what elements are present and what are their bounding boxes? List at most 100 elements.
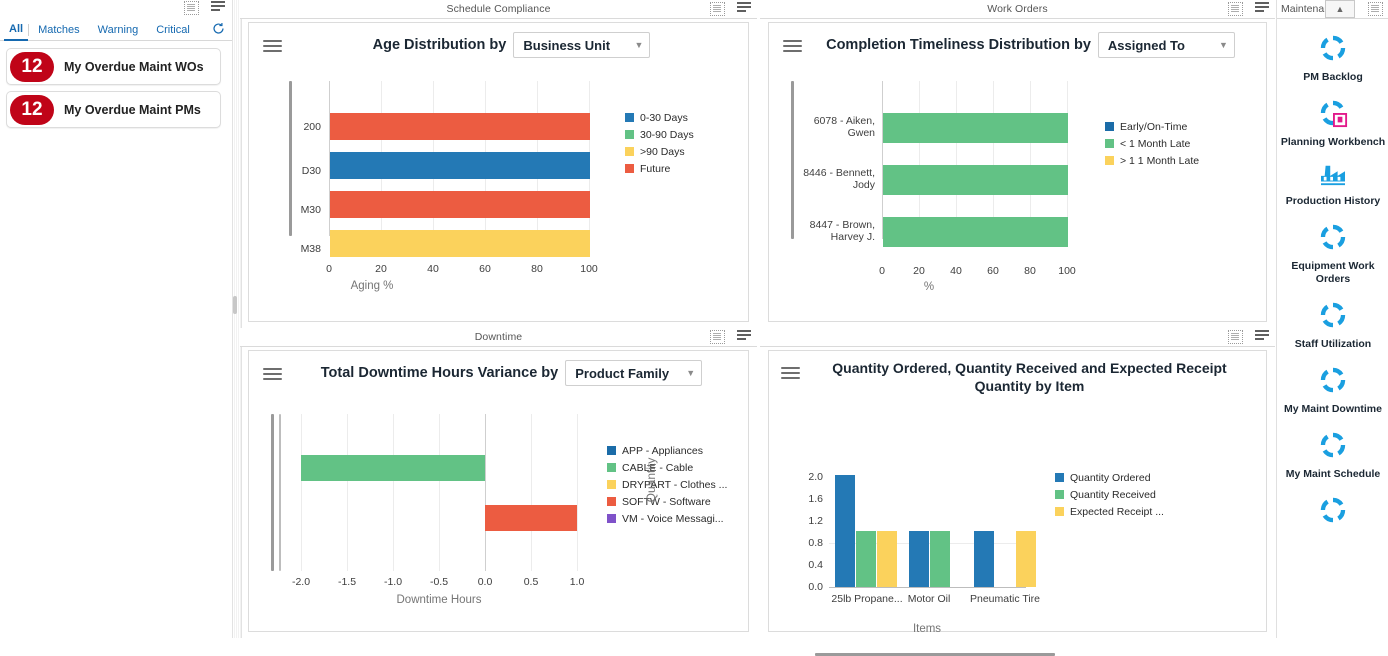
- hamburger-icon[interactable]: [263, 365, 282, 383]
- sidebar-tile-staff-utilization[interactable]: Staff Utilization: [1277, 286, 1388, 351]
- expand-icon[interactable]: [1368, 2, 1383, 19]
- chevron-up-icon[interactable]: ▲: [1325, 0, 1355, 18]
- tab-all[interactable]: All: [4, 19, 29, 41]
- options-icon[interactable]: [211, 1, 225, 12]
- sidebar-tile-label: Planning Workbench: [1280, 136, 1386, 148]
- sidebar-tile-production-history[interactable]: Production History: [1277, 149, 1388, 208]
- bar[interactable]: [330, 152, 590, 179]
- legend-item[interactable]: > 1 1 Month Late: [1105, 152, 1199, 169]
- dimension-select-assigned-to[interactable]: Assigned To ▼: [1097, 32, 1235, 58]
- options-icon[interactable]: [1255, 2, 1269, 13]
- bar[interactable]: [330, 191, 590, 218]
- legend-item[interactable]: VM - Voice Messagi...: [607, 510, 727, 527]
- legend-swatch: [625, 164, 634, 173]
- expand-icon[interactable]: [710, 330, 725, 344]
- sidebar-tile-next[interactable]: [1277, 481, 1388, 528]
- panel-header: [760, 328, 1275, 347]
- gridline: [393, 414, 394, 571]
- tab-critical[interactable]: Critical: [147, 20, 199, 40]
- alert-card-overdue-wos[interactable]: 12 My Overdue Maint WOs: [6, 48, 221, 85]
- legend-item[interactable]: 0-30 Days: [625, 109, 694, 126]
- legend-item[interactable]: Quantity Received: [1055, 486, 1164, 503]
- bar[interactable]: [883, 165, 1068, 195]
- legend-label: Early/On-Time: [1120, 120, 1188, 133]
- legend-item[interactable]: 30-90 Days: [625, 126, 694, 143]
- legend-label: >90 Days: [640, 145, 685, 158]
- bar[interactable]: [330, 113, 590, 140]
- x-tick-label: Pneumatic Tire: [969, 593, 1041, 605]
- chart-title: Total Downtime Hours Variance by Product…: [289, 360, 734, 386]
- axis-line-y: [882, 81, 883, 239]
- bar[interactable]: [909, 531, 929, 587]
- hamburger-icon[interactable]: [783, 37, 802, 55]
- sidebar-tile-planning-workbench[interactable]: Planning Workbench: [1277, 84, 1388, 149]
- hamburger-icon[interactable]: [781, 364, 800, 382]
- x-tick-label: -2.0: [291, 576, 311, 588]
- bar[interactable]: [930, 531, 950, 587]
- legend-item[interactable]: Expected Receipt ...: [1055, 503, 1164, 520]
- y-tick-label: 1.6: [808, 493, 823, 505]
- options-icon[interactable]: [737, 330, 751, 341]
- x-tick-label: 0.0: [477, 576, 493, 588]
- panel-resize-grip[interactable]: [233, 296, 237, 314]
- x-tick-label: 40: [950, 265, 962, 277]
- refresh-icon[interactable]: [212, 22, 225, 37]
- bar[interactable]: [883, 217, 1068, 247]
- x-tick-label: 20: [913, 265, 925, 277]
- options-icon[interactable]: [1255, 330, 1269, 341]
- panel-header: Schedule Compliance: [240, 0, 757, 19]
- expand-icon[interactable]: [184, 1, 199, 15]
- sidebar-tile-pm-backlog[interactable]: PM Backlog: [1277, 19, 1388, 84]
- expand-icon[interactable]: [710, 2, 725, 16]
- refresh-circle-calendar-icon: [1320, 100, 1348, 128]
- tab-warning[interactable]: Warning: [89, 20, 148, 40]
- legend-item[interactable]: Early/On-Time: [1105, 118, 1199, 135]
- chart-grid: Schedule Compliance Age Distribution by …: [240, 0, 1275, 656]
- x-tick-label: 0: [326, 263, 332, 275]
- legend-item[interactable]: SOFTW - Software: [607, 493, 727, 510]
- legend-item[interactable]: < 1 Month Late: [1105, 135, 1199, 152]
- panel-toolbar: [710, 2, 751, 16]
- panel-title: Downtime: [474, 331, 523, 343]
- bar[interactable]: [330, 230, 590, 257]
- bar[interactable]: [974, 531, 994, 587]
- y-tick-label: 1.2: [808, 515, 823, 527]
- bar[interactable]: [835, 475, 855, 587]
- plot-area: Quantity 2.0 1.6 1.2 0.8 0.4 0.0 25lb Pr…: [644, 413, 1267, 656]
- sidebar-tile-my-maint-downtime[interactable]: My Maint Downtime: [1277, 351, 1388, 416]
- dimension-select-product-family[interactable]: Product Family ▼: [565, 360, 703, 386]
- chevron-down-icon: ▼: [1218, 40, 1228, 50]
- hamburger-icon[interactable]: [263, 37, 282, 55]
- sidebar-tile-my-maint-schedule[interactable]: My Maint Schedule: [1277, 416, 1388, 481]
- bar[interactable]: [301, 455, 485, 481]
- bar[interactable]: [485, 505, 577, 531]
- panel-toolbar: [1228, 2, 1269, 16]
- sidebar-tile-equipment-work-orders[interactable]: Equipment Work Orders: [1277, 208, 1388, 286]
- dimension-select-business-unit[interactable]: Business Unit ▼: [513, 32, 651, 58]
- expand-icon[interactable]: [1228, 2, 1243, 16]
- bar[interactable]: [1016, 531, 1036, 587]
- factory-icon: [1321, 165, 1345, 186]
- alert-card-overdue-pms[interactable]: 12 My Overdue Maint PMs: [6, 91, 221, 128]
- plot-area: 200 D30 M30 M38 0 20 40 60 80 100 Aging …: [267, 73, 737, 292]
- alert-list: 12 My Overdue Maint WOs 12 My Overdue Ma…: [0, 44, 233, 134]
- tab-matches[interactable]: Matches: [29, 20, 89, 40]
- bar[interactable]: [883, 113, 1068, 143]
- dimension-select-value: Product Family: [575, 365, 670, 381]
- legend-item[interactable]: CABLE - Cable: [607, 459, 727, 476]
- bar[interactable]: [856, 531, 876, 587]
- chart-card: Quantity Ordered, Quantity Received and …: [644, 350, 1267, 656]
- legend-item[interactable]: Quantity Ordered: [1055, 469, 1164, 486]
- legend-item[interactable]: >90 Days: [625, 143, 694, 160]
- legend-swatch: [1055, 490, 1064, 499]
- legend-item[interactable]: DRYPART - Clothes ...: [607, 476, 727, 493]
- legend-item[interactable]: Future: [625, 160, 694, 177]
- options-icon[interactable]: [737, 2, 751, 13]
- legend-item[interactable]: APP - Appliances: [607, 442, 727, 459]
- gridline: [956, 81, 957, 239]
- x-tick-label: -0.5: [429, 576, 449, 588]
- y-tick-label: M30: [300, 204, 321, 216]
- bar[interactable]: [877, 531, 897, 587]
- expand-icon[interactable]: [1228, 330, 1243, 344]
- legend-label: VM - Voice Messagi...: [622, 512, 724, 525]
